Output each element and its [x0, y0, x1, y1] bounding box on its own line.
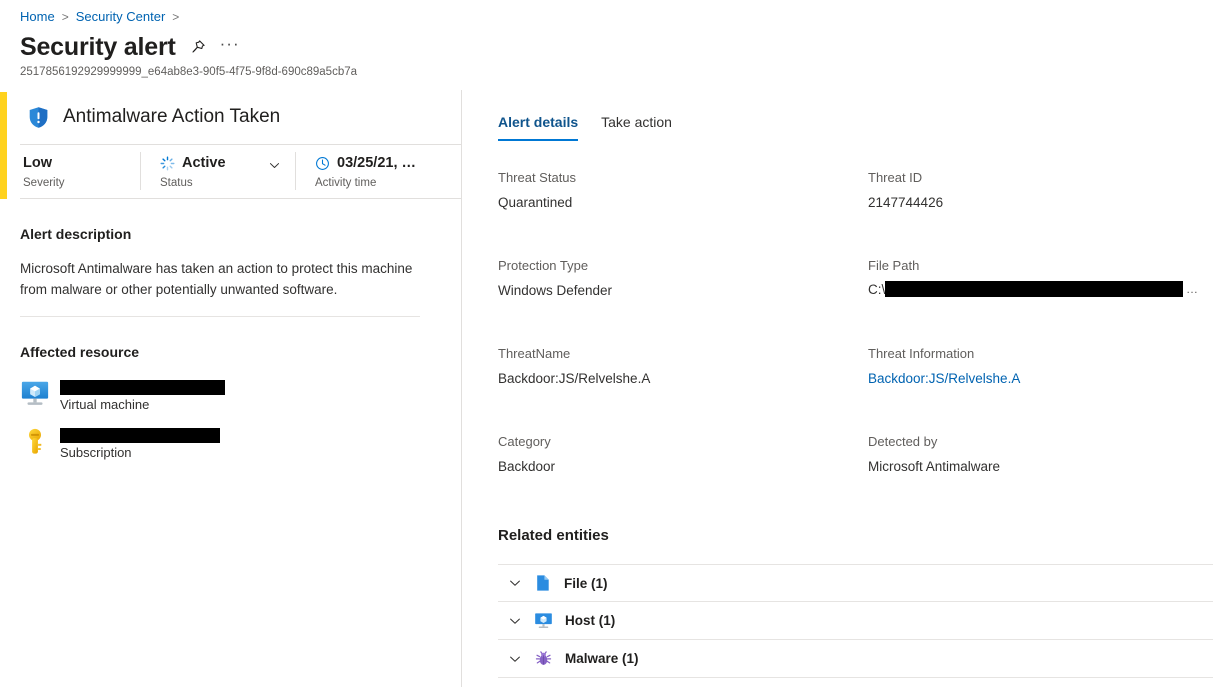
- severity-cell: Low Severity: [20, 145, 140, 198]
- resource-text: Virtual machine: [60, 378, 225, 415]
- field-label: Threat Information: [868, 346, 975, 361]
- ellipsis-icon[interactable]: ···: [220, 35, 240, 55]
- redacted-resource-name: [60, 428, 220, 443]
- field-value-row: C:\ …: [868, 281, 1198, 297]
- field-threat-name: ThreatName Backdoor:JS/Relvelshe.A: [498, 344, 868, 389]
- tab-list: Alert details Take action: [498, 112, 672, 141]
- field-protection-type: Protection Type Windows Defender: [498, 256, 868, 301]
- field-label: Threat ID: [868, 170, 923, 185]
- list-item-file[interactable]: File (1): [498, 564, 1213, 602]
- meta-divider-2: [295, 152, 296, 190]
- resource-type-label: Virtual machine: [60, 397, 150, 412]
- affected-resource-list: Virtual machine Subscription: [20, 378, 225, 474]
- severity-label: Severity: [23, 177, 65, 189]
- left-panel-divider: [20, 316, 420, 317]
- activity-time-value: 03/25/21, …: [337, 155, 416, 171]
- breadcrumb-item-security-center[interactable]: Security Center: [76, 8, 166, 26]
- field-file-path: File Path C:\ …: [868, 256, 1198, 301]
- host-icon: [534, 611, 553, 630]
- status-cell[interactable]: Active Status: [140, 145, 295, 198]
- field-label: Category: [498, 434, 551, 449]
- field-threat-information: Threat Information Backdoor:JS/Relvelshe…: [868, 344, 1198, 389]
- shield-alert-icon: [28, 106, 49, 129]
- field-label: Protection Type: [498, 258, 589, 273]
- file-path-prefix: C:\: [868, 281, 886, 297]
- field-value: 2147744426: [868, 195, 944, 210]
- chevron-down-icon[interactable]: [508, 576, 522, 590]
- severity-color-bar: [0, 92, 7, 199]
- field-label: ThreatName: [498, 346, 571, 361]
- redacted-resource-name: [60, 380, 225, 395]
- list-item[interactable]: Virtual machine: [20, 378, 225, 415]
- chevron-down-icon[interactable]: [508, 614, 522, 628]
- alert-headline: Antimalware Action Taken: [28, 104, 280, 130]
- alert-meta-row: Low Severity Active Status 03/25/21, … A…: [20, 145, 461, 198]
- pin-icon[interactable]: [190, 39, 206, 55]
- page-title-row: Security alert ···: [20, 32, 240, 62]
- related-entities-heading: Related entities: [498, 527, 609, 544]
- file-icon: [534, 574, 552, 592]
- entity-label: File (1): [564, 575, 608, 591]
- entity-label: Malware (1): [565, 651, 639, 666]
- alert-id: 2517856192929999999_e64ab8e3-90f5-4f75-9…: [20, 66, 358, 78]
- clock-icon: [315, 156, 330, 171]
- malware-bug-icon: [534, 649, 553, 668]
- page-title: Security alert: [20, 33, 176, 61]
- field-category: Category Backdoor: [498, 432, 868, 477]
- severity-value: Low: [23, 155, 52, 171]
- field-threat-status: Threat Status Quarantined: [498, 168, 868, 213]
- alert-name: Antimalware Action Taken: [63, 106, 281, 127]
- related-entities-list: File (1) Host (1) Malware (1): [498, 564, 1213, 678]
- activity-time-label: Activity time: [315, 177, 377, 189]
- breadcrumb-item-home[interactable]: Home: [20, 8, 55, 26]
- virtual-machine-icon: [20, 378, 50, 408]
- field-value: Windows Defender: [498, 283, 613, 298]
- entity-label: Host (1): [565, 613, 616, 628]
- activity-time-value-row: 03/25/21, …: [315, 153, 461, 173]
- status-value: Active: [182, 155, 226, 171]
- file-path-ellipsis: …: [1186, 282, 1198, 296]
- breadcrumb-separator-icon-2: >: [172, 10, 180, 24]
- list-item-host[interactable]: Host (1): [498, 602, 1213, 640]
- resource-type-label: Subscription: [60, 445, 132, 460]
- alert-description-body: Microsoft Antimalware has taken an actio…: [20, 261, 413, 297]
- alert-details-panel: Alert details Take action Threat Status …: [462, 90, 1215, 687]
- activity-time-cell: 03/25/21, … Activity time: [295, 145, 461, 198]
- breadcrumb: Home > Security Center >: [20, 8, 179, 26]
- field-threat-id: Threat ID 2147744426: [868, 168, 1198, 213]
- breadcrumb-separator-icon: >: [61, 10, 69, 24]
- list-item-malware[interactable]: Malware (1): [498, 640, 1213, 678]
- resource-text: Subscription: [60, 426, 220, 463]
- tab-take-action[interactable]: Take action: [601, 112, 672, 141]
- key-icon: [20, 426, 50, 456]
- content-area: Antimalware Action Taken Low Severity Ac…: [0, 90, 1215, 687]
- redacted-file-path: [885, 281, 1183, 297]
- field-value: Backdoor: [498, 459, 556, 474]
- tab-alert-details[interactable]: Alert details: [498, 112, 579, 141]
- field-label: Threat Status: [498, 170, 577, 185]
- threat-information-link[interactable]: Backdoor:JS/Relvelshe.A: [868, 369, 1198, 389]
- field-value: Quarantined: [498, 195, 573, 210]
- alert-description-heading: Alert description: [20, 226, 132, 242]
- chevron-down-icon[interactable]: [508, 652, 522, 666]
- detail-field-grid: Threat Status Quarantined Threat ID 2147…: [498, 168, 1198, 477]
- alert-summary-panel: Antimalware Action Taken Low Severity Ac…: [0, 90, 462, 687]
- chevron-down-icon[interactable]: [268, 159, 281, 177]
- field-label: Detected by: [868, 434, 938, 449]
- field-value: Backdoor:JS/Relvelshe.A: [498, 371, 651, 386]
- status-label: Status: [160, 177, 193, 189]
- spinner-icon: [160, 156, 175, 171]
- list-item[interactable]: Subscription: [20, 426, 225, 463]
- field-label: File Path: [868, 258, 920, 273]
- field-detected-by: Detected by Microsoft Antimalware: [868, 432, 1198, 477]
- meta-divider-1: [140, 152, 141, 190]
- meta-bottom-divider: [20, 198, 461, 199]
- field-value: Microsoft Antimalware: [868, 459, 1001, 474]
- affected-resource-heading: Affected resource: [20, 344, 140, 360]
